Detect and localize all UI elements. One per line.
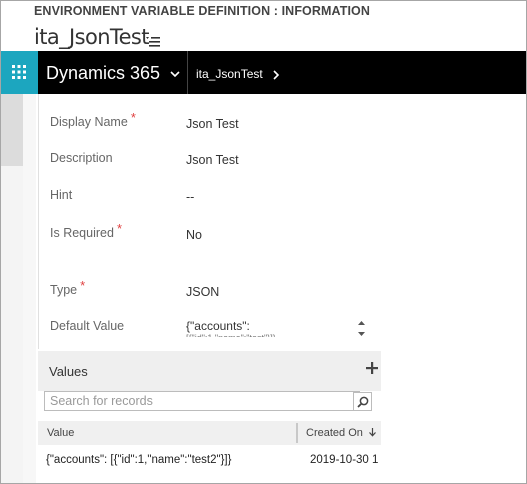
display-name-label-text: Display Name <box>50 115 128 129</box>
type-label: Type * <box>50 278 85 297</box>
default-value-label: Default Value <box>50 319 124 333</box>
table-row[interactable]: {"accounts": [{"id":1,"name":"test2"}]} … <box>38 445 381 475</box>
navbar-divider <box>187 51 188 94</box>
column-header-created-on[interactable]: Created On <box>306 427 377 439</box>
description-label-text: Description <box>50 151 113 165</box>
hint-field[interactable]: -- <box>186 190 194 204</box>
display-name-field[interactable]: Json Test <box>186 117 239 131</box>
top-navbar: Dynamics 365 ita_JsonTest <box>1 51 526 94</box>
search-icon[interactable] <box>353 392 372 411</box>
is-required-label-text: Is Required <box>50 226 114 240</box>
column-header-created-on-label: Created On <box>306 427 363 439</box>
left-rail-lower <box>1 166 23 483</box>
description-label: Description <box>50 151 113 165</box>
cell-value[interactable]: {"accounts": [{"id":1,"name":"test2"}]} <box>46 454 231 466</box>
plus-icon[interactable] <box>365 361 379 375</box>
required-marker: * <box>130 110 136 125</box>
left-gutter <box>23 94 36 483</box>
breadcrumb-record[interactable]: ita_JsonTest <box>196 67 263 81</box>
column-separator[interactable] <box>296 423 298 443</box>
left-rail <box>1 94 23 166</box>
app-window: ENVIRONMENT VARIABLE DEFINITION : INFORM… <box>0 0 527 484</box>
record-title: ita_JsonTest <box>34 25 149 49</box>
default-value-line-1: {"accounts": <box>186 319 250 333</box>
app-name[interactable]: Dynamics 365 <box>46 63 160 84</box>
list-menu-icon[interactable] <box>145 34 161 48</box>
default-value-line-2: [{"id":1,"name":"test"}]} <box>186 333 371 337</box>
is-required-field[interactable]: No <box>186 228 202 242</box>
grid-header: Value Created On <box>38 421 381 445</box>
panel-divider <box>38 94 39 349</box>
display-name-label: Display Name * <box>50 110 136 129</box>
description-field[interactable]: Json Test <box>186 153 239 167</box>
column-header-value[interactable]: Value <box>47 427 74 439</box>
default-value-field[interactable]: {"accounts": [{"id":1,"name":"test"}]} <box>186 319 371 343</box>
type-field[interactable]: JSON <box>186 285 219 299</box>
cell-created-on: 2019-10-30 1 <box>310 454 379 466</box>
scroll-arrows-icon[interactable] <box>356 319 367 339</box>
values-title: Values <box>49 364 88 379</box>
chevron-right-icon[interactable] <box>271 68 281 80</box>
sort-down-arrow-icon <box>368 428 376 437</box>
is-required-label: Is Required * <box>50 221 122 240</box>
required-marker: * <box>116 221 122 236</box>
hint-label: Hint <box>50 188 72 202</box>
required-marker: * <box>80 278 86 293</box>
values-subgrid: Values Value Created On <box>38 351 381 483</box>
hint-label-text: Hint <box>50 188 73 202</box>
type-label-text: Type <box>50 283 78 297</box>
search-input[interactable] <box>44 391 360 411</box>
entity-form-name: ENVIRONMENT VARIABLE DEFINITION : INFORM… <box>34 4 370 18</box>
chevron-down-icon[interactable] <box>169 67 181 79</box>
waffle-grid-icon <box>12 65 26 79</box>
app-launcher-button[interactable] <box>1 51 38 94</box>
values-header-bar: Values <box>38 351 381 391</box>
default-value-label-text: Default Value <box>50 319 125 333</box>
form-header: ENVIRONMENT VARIABLE DEFINITION : INFORM… <box>1 1 526 51</box>
